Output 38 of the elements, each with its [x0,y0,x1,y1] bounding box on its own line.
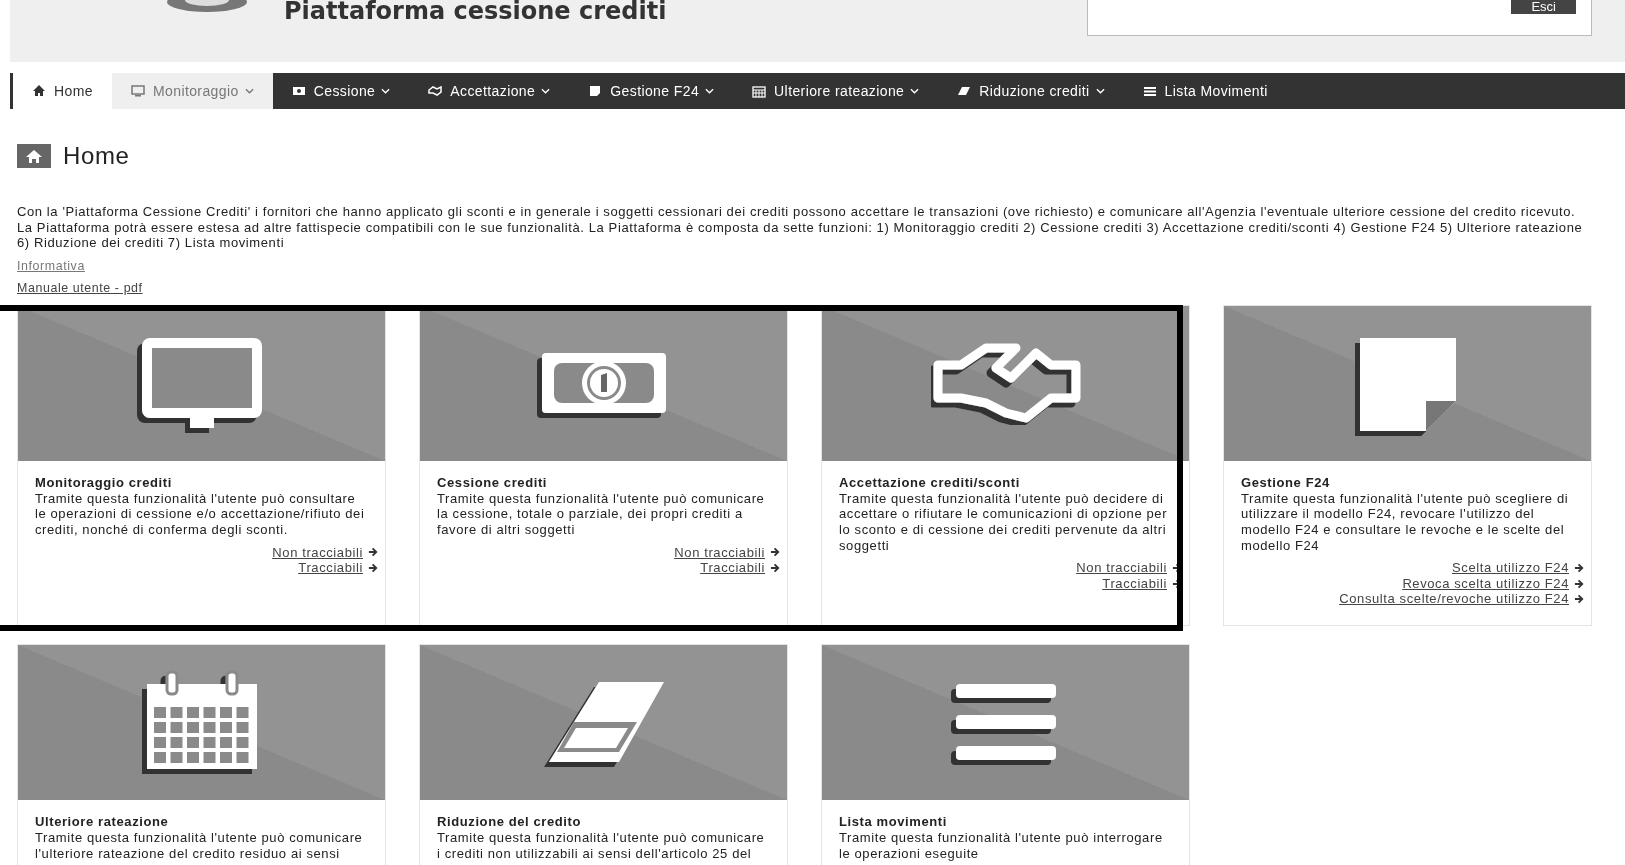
card-title: Riduzione del credito [437,813,583,830]
card-title: Monitoraggio crediti [35,474,173,491]
card-link[interactable]: Tracciabili [1102,575,1183,592]
nav-tab[interactable]: Monitoraggio [111,73,273,109]
card-title: Ulteriore rateazione [35,813,170,830]
card-description: Tramite questa funzionalità l'utente può comunicare l'ulteriore rateazione del credito residuo ai sensi [35,829,364,862]
nav-tab[interactable]: Riduzione crediti [938,73,1124,109]
card-link[interactable]: Tracciabili [298,560,379,576]
document-link[interactable]: Informativa [17,258,85,273]
card-description: Tramite questa funzionalità l'utente può comunicare i crediti non utilizzabili ai sensi dell'articolo 25 del [437,829,766,862]
card-link[interactable]: Scelta utilizzo F24 [1452,560,1585,576]
page-title: Home [63,142,130,170]
card-title: Gestione F24 [1241,474,1331,491]
card-link[interactable]: Tracciabili [700,560,781,576]
card-link[interactable]: Non tracciabili [674,544,781,561]
card-description: Tramite questa funzionalità l'utente può scegliere di utilizzare il modello F24, revocare l'utilizzo del modello F24 e consultare le revoche e le scelte del modello F24 [1241,490,1570,554]
document-link[interactable]: Manuale utente - pdf [17,280,143,295]
nav-tab[interactable]: Lista Movimenti [1123,73,1287,109]
card-description: Tramite questa funzionalità l'utente può decidere di accettare o rifiutare le comunicazioni di opzione per lo sconto e di cessione dei crediti pervenute da altri soggetti [839,490,1169,554]
app-title: Piattaforma cessione crediti [284,0,667,24]
card-description: Tramite questa funzionalità l'utente può interrogare le operazioni eseguite [839,829,1164,862]
card-title: Cessione crediti [437,474,549,491]
nav-tab[interactable]: Ulteriore rateazione [733,73,939,109]
card-description: Tramite questa funzionalità l'utente può comunicare la cessione, totale o parziale, dei propri crediti a favore di altri soggetti [437,490,766,538]
card-link[interactable]: Non tracciabili [272,544,379,561]
card-title: Lista movimenti [839,813,948,830]
nav-tab[interactable]: Cessione [272,73,410,109]
intro-paragraph: Con la 'Piattaforma Cessione Crediti' i fornitori che hanno applicato gli sconti e in generale i soggetti cessionari dei crediti possono accettare le transazioni (ove richiesto) e comunicare all'Agenzia l'eventuale ulteriore cessione del credito ricevuto. La Piattaforma potrà essere estesa ad altre fattispecie compatibili con le sue funzionalità. La Piattaforma è composta da sette funzioni: 1) Monitoraggio crediti 2) Cessione crediti 3) Accettazione crediti/sconti 4) Gestione F24 5) Ulteriore rateazione 6) Riduzione dei crediti 7) Lista movimenti [17,204,1584,251]
nav-tab[interactable]: Accettazione [409,73,570,109]
card-title: Accettazione crediti/sconti [839,474,1021,491]
card-link[interactable]: Revoca scelta utilizzo F24 [1402,575,1585,592]
logout-button[interactable]: Esci [1511,0,1576,14]
search-field[interactable]: Esci [1087,0,1592,36]
nav-tab[interactable]: Home [13,73,112,109]
nav-tab[interactable]: Gestione F24 [569,73,734,109]
card-link[interactable]: Non tracciabili [1076,560,1183,576]
card-link[interactable]: Consulta scelte/revoche utilizzo F24 [1339,591,1585,607]
card-description: Tramite questa funzionalità l'utente può consultare le operazioni di cessione e/o accettazione/rifiuto dei crediti, nonché di conferma degli sconti. [35,490,365,538]
